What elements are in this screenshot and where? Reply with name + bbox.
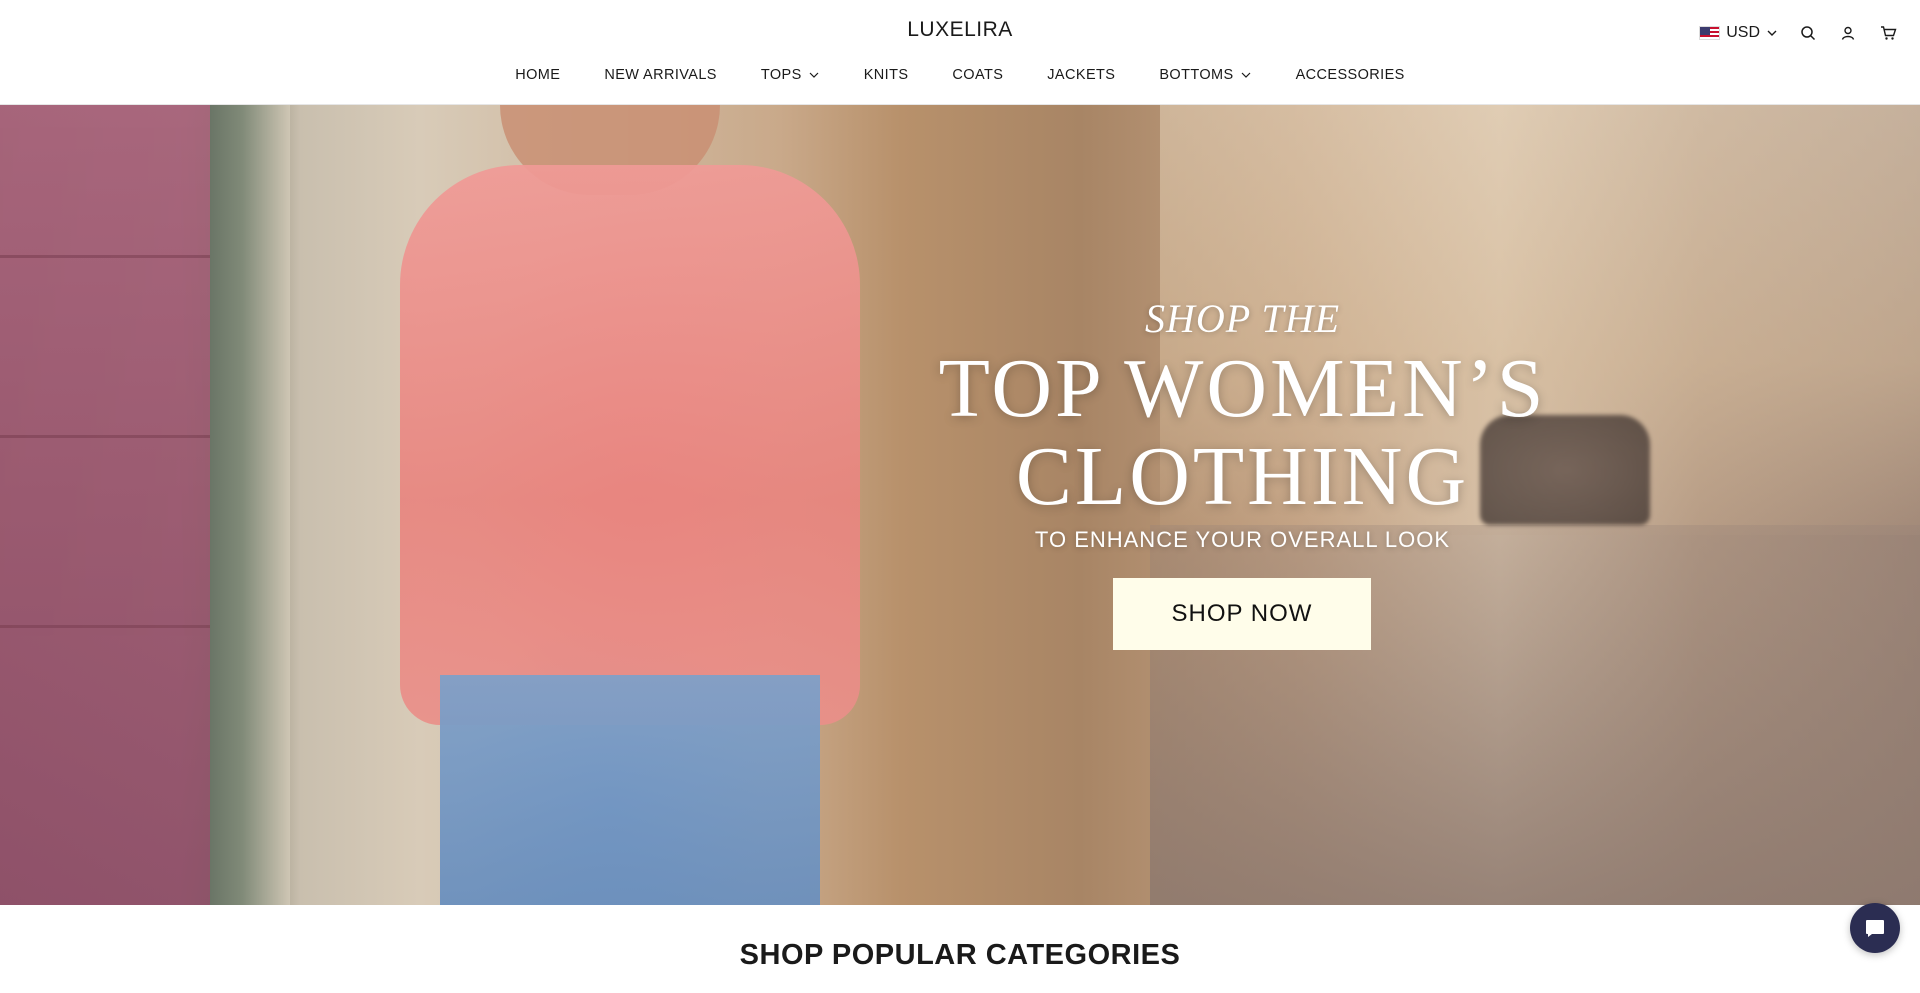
us-flag-icon [1699,26,1721,40]
nav-label: JACKETS [1047,67,1116,83]
main-nav: HOME NEW ARRIVALS TOPS KNITS COATS JACKE… [0,64,1920,86]
chevron-down-icon [808,69,820,81]
nav-item-accessories[interactable]: ACCESSORIES [1274,64,1427,86]
header-tools: USD [1699,20,1898,46]
cart-icon[interactable] [1878,23,1898,43]
currency-selector[interactable]: USD [1699,24,1778,42]
nav-item-jackets[interactable]: JACKETS [1025,64,1137,86]
nav-label: KNITS [863,67,909,83]
hero-image-doorway [210,105,290,905]
hero-copy: SHOP THE TOP WOMEN’S CLOTHING TO ENHANCE… [900,105,1585,905]
hero-image-wall [0,105,210,905]
site-header: LUXELIRA USD HOME NEW ARRIVALS TOPS KNIT… [0,0,1920,105]
nav-item-bottoms[interactable]: BOTTOMS [1137,64,1273,86]
nav-label: BOTTOMS [1159,67,1234,83]
nav-label: NEW ARRIVALS [604,67,717,83]
chevron-down-icon [1240,69,1252,81]
nav-label: HOME [515,67,561,83]
hero-subhead: TO ENHANCE YOUR OVERALL LOOK [1034,527,1451,552]
hero-banner: SHOP THE TOP WOMEN’S CLOTHING TO ENHANCE… [0,105,1920,905]
nav-item-tops[interactable]: TOPS [739,64,842,86]
nav-item-new-arrivals[interactable]: NEW ARRIVALS [582,64,739,86]
account-icon[interactable] [1838,23,1858,43]
nav-label: ACCESSORIES [1295,67,1405,83]
search-icon[interactable] [1798,23,1818,43]
nav-item-home[interactable]: HOME [493,64,582,86]
chat-button[interactable] [1850,903,1900,953]
hero-eyebrow: SHOP THE [1144,296,1341,341]
hero-headline-line-2: CLOTHING [1015,430,1470,523]
hero-image-cardigan [400,165,860,725]
section-title: SHOP POPULAR CATEGORIES [739,939,1181,971]
hero-headline: TOP WOMEN’S CLOTHING [900,345,1585,521]
chevron-down-icon [1766,27,1778,39]
nav-item-knits[interactable]: KNITS [842,64,931,86]
hero-headline-line-1: TOP WOMEN’S [938,342,1547,435]
nav-item-coats[interactable]: COATS [930,64,1025,86]
nav-label: COATS [952,67,1004,83]
currency-label: USD [1726,24,1760,41]
nav-label: TOPS [760,67,802,83]
hero-image-skirt [440,675,820,905]
chat-bubble-icon [1863,916,1887,940]
site-logo[interactable]: LUXELIRA [0,18,1920,42]
shop-now-button[interactable]: SHOP NOW [1113,578,1371,650]
